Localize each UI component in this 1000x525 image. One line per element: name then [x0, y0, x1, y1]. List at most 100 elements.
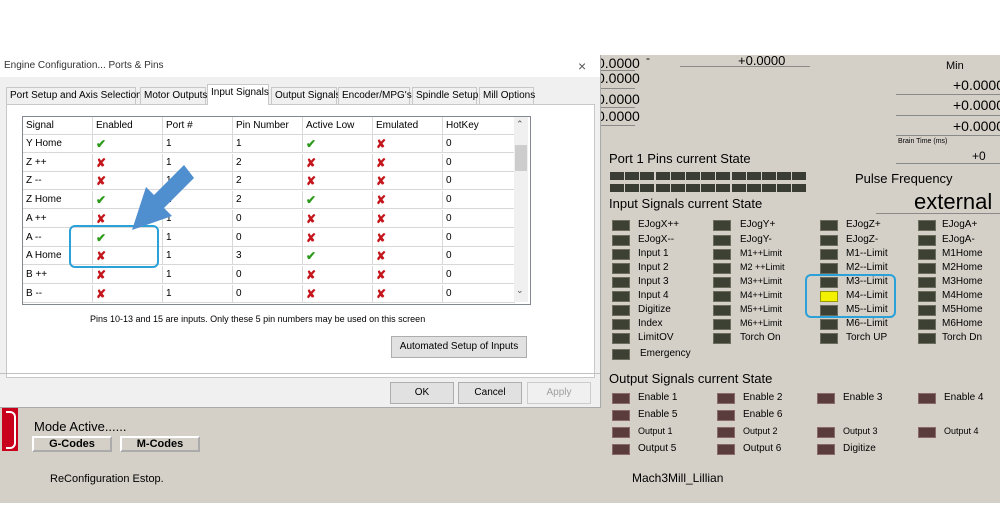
emulated-cell[interactable]: ✘ [373, 191, 443, 210]
tab-port-setup[interactable]: Port Setup and Axis Selection [6, 87, 142, 104]
cross-icon[interactable]: ✘ [376, 174, 386, 188]
mcodes-button[interactable]: M-Codes [120, 436, 200, 452]
pin-cell[interactable]: 2 [233, 172, 303, 191]
tab-output-signals[interactable]: Output Signals [271, 87, 341, 104]
cross-icon[interactable]: ✘ [306, 268, 316, 282]
tab-encoder-mpg[interactable]: Encoder/MPG's [338, 87, 412, 104]
cross-icon[interactable]: ✘ [96, 174, 106, 188]
column-header[interactable]: Emulated [373, 117, 443, 135]
port-cell[interactable]: 1 [163, 284, 233, 303]
scroll-down-icon[interactable]: ⌄ [516, 285, 524, 296]
port-cell[interactable]: 1 [163, 135, 233, 153]
emulated-cell[interactable]: ✘ [373, 153, 443, 172]
hotkey-cell[interactable]: 0 [443, 135, 515, 153]
cross-icon[interactable]: ✘ [306, 174, 316, 188]
hotkey-cell[interactable]: 0 [443, 209, 515, 228]
cross-icon[interactable]: ✘ [376, 287, 386, 301]
tab-input-signals[interactable]: Input Signals [207, 84, 269, 105]
emulated-cell[interactable]: ✘ [373, 209, 443, 228]
ok-button[interactable]: OK [390, 382, 454, 404]
cross-icon[interactable]: ✘ [96, 212, 106, 226]
cancel-button[interactable]: Cancel [458, 382, 522, 404]
pin-cell[interactable]: 2 [233, 153, 303, 172]
emulated-cell[interactable]: ✘ [373, 284, 443, 303]
enabled-cell[interactable]: ✘ [93, 265, 163, 284]
cross-icon[interactable]: ✘ [376, 156, 386, 170]
hotkey-cell[interactable]: 0 [443, 191, 515, 210]
active-low-cell[interactable]: ✘ [303, 153, 373, 172]
active-low-cell[interactable]: ✔ [303, 191, 373, 210]
tab-motor-outputs[interactable]: Motor Outputs [140, 87, 207, 104]
signal-cell[interactable]: Z Home [23, 191, 93, 210]
active-low-cell[interactable]: ✘ [303, 265, 373, 284]
active-low-cell[interactable]: ✘ [303, 284, 373, 303]
gcodes-button[interactable]: G-Codes [32, 436, 112, 452]
check-icon[interactable]: ✔ [96, 137, 106, 151]
signal-cell[interactable]: Z ++ [23, 153, 93, 172]
tab-mill-options[interactable]: Mill Options [479, 87, 535, 104]
pin-cell[interactable]: 1 [233, 135, 303, 153]
hotkey-cell[interactable]: 0 [443, 284, 515, 303]
active-low-cell[interactable]: ✘ [303, 228, 373, 247]
scroll-up-icon[interactable]: ⌃ [516, 119, 524, 130]
hotkey-cell[interactable]: 0 [443, 265, 515, 284]
column-header[interactable]: Signal [23, 117, 93, 135]
pin-cell[interactable]: 0 [233, 209, 303, 228]
hotkey-cell[interactable]: 0 [443, 153, 515, 172]
column-header[interactable]: Enabled [93, 117, 163, 135]
cross-icon[interactable]: ✘ [376, 231, 386, 245]
cross-icon[interactable]: ✘ [96, 156, 106, 170]
pin-cell[interactable]: 2 [233, 191, 303, 210]
emulated-cell[interactable]: ✘ [373, 228, 443, 247]
check-icon[interactable]: ✔ [306, 249, 316, 263]
signal-cell[interactable]: Y Home [23, 135, 93, 153]
cross-icon[interactable]: ✘ [376, 249, 386, 263]
scroll-thumb[interactable] [515, 145, 527, 171]
check-icon[interactable]: ✔ [306, 193, 316, 207]
close-icon[interactable]: × [578, 58, 586, 74]
cross-icon[interactable]: ✘ [96, 287, 106, 301]
signal-cell[interactable]: Z -- [23, 172, 93, 191]
hotkey-cell[interactable]: 0 [443, 247, 515, 266]
automated-setup-button[interactable]: Automated Setup of Inputs [391, 336, 527, 358]
port-cell[interactable]: 1 [163, 247, 233, 266]
cross-icon[interactable]: ✘ [376, 193, 386, 207]
cross-icon[interactable]: ✘ [306, 156, 316, 170]
cross-icon[interactable]: ✘ [96, 268, 106, 282]
hotkey-cell[interactable]: 0 [443, 172, 515, 191]
cross-icon[interactable]: ✘ [376, 268, 386, 282]
tab-spindle-setup[interactable]: Spindle Setup [412, 87, 478, 104]
column-header[interactable]: Active Low [303, 117, 373, 135]
output-signal-label: Enable 6 [743, 409, 783, 420]
table-scrollbar[interactable]: ⌃ ⌄ [514, 117, 528, 302]
active-low-cell[interactable]: ✘ [303, 209, 373, 228]
active-low-cell[interactable]: ✘ [303, 172, 373, 191]
signal-cell[interactable]: B ++ [23, 265, 93, 284]
enabled-cell[interactable]: ✔ [93, 135, 163, 153]
port-cell[interactable]: 1 [163, 265, 233, 284]
signal-cell[interactable]: B -- [23, 284, 93, 303]
active-low-cell[interactable]: ✔ [303, 135, 373, 153]
emulated-cell[interactable]: ✘ [373, 247, 443, 266]
enabled-cell[interactable]: ✘ [93, 284, 163, 303]
hotkey-cell[interactable]: 0 [443, 228, 515, 247]
pin-cell[interactable]: 3 [233, 247, 303, 266]
cross-icon[interactable]: ✘ [306, 212, 316, 226]
column-header[interactable]: Port # [163, 117, 233, 135]
pin-cell[interactable]: 0 [233, 265, 303, 284]
emulated-cell[interactable]: ✘ [373, 265, 443, 284]
apply-button[interactable]: Apply [527, 382, 591, 404]
cross-icon[interactable]: ✘ [306, 231, 316, 245]
column-header[interactable]: HotKey [443, 117, 515, 135]
check-icon[interactable]: ✔ [96, 193, 106, 207]
pin-cell[interactable]: 0 [233, 228, 303, 247]
cross-icon[interactable]: ✘ [376, 137, 386, 151]
cross-icon[interactable]: ✘ [306, 287, 316, 301]
emulated-cell[interactable]: ✘ [373, 172, 443, 191]
column-header[interactable]: Pin Number [233, 117, 303, 135]
cross-icon[interactable]: ✘ [376, 212, 386, 226]
pin-cell[interactable]: 0 [233, 284, 303, 303]
check-icon[interactable]: ✔ [306, 137, 316, 151]
active-low-cell[interactable]: ✔ [303, 247, 373, 266]
emulated-cell[interactable]: ✘ [373, 135, 443, 153]
